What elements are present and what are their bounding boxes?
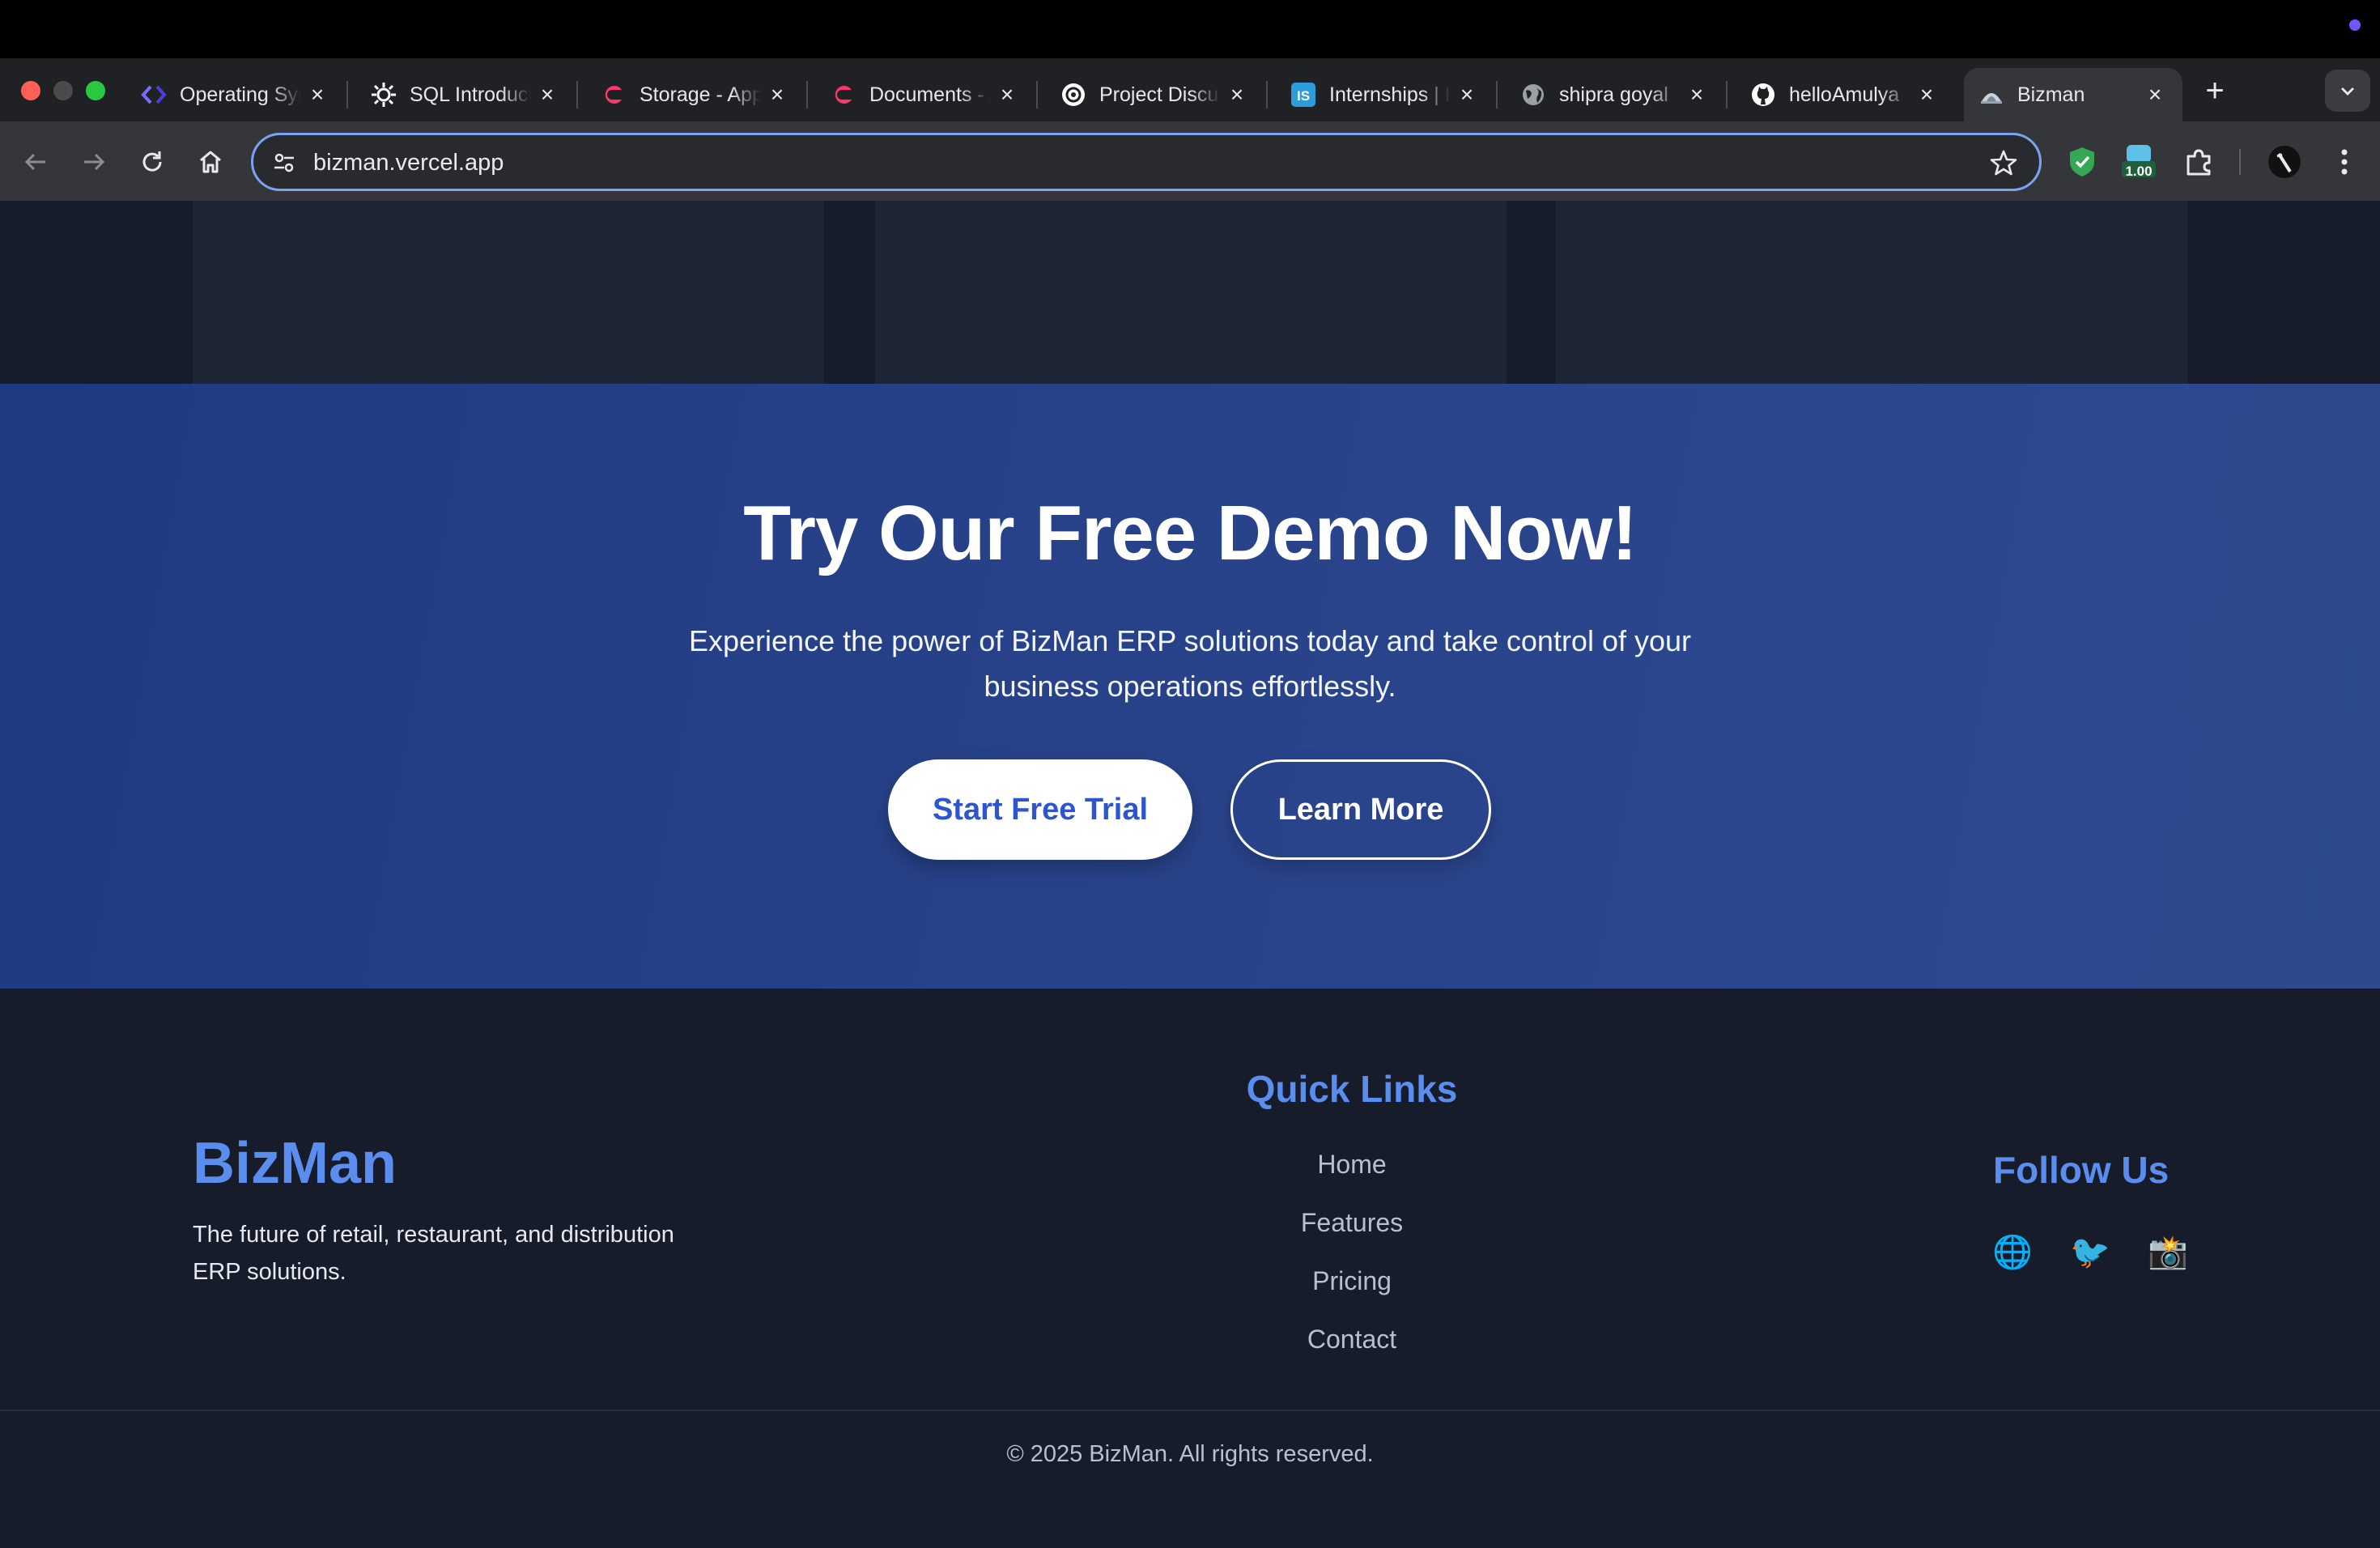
bizman-icon [1978, 82, 2004, 108]
demo-section: Try Our Free Demo Now! Experience the po… [0, 384, 2380, 989]
card-button[interactable] [419, 201, 597, 403]
tab-separator [1496, 81, 1498, 108]
tab-separator [1266, 81, 1268, 108]
home-button[interactable] [191, 142, 230, 181]
close-tab-icon[interactable]: × [1685, 82, 1708, 108]
close-tab-icon[interactable]: × [766, 82, 788, 108]
browser-window: Operating Systems × SQL Introduction × S… [0, 0, 2380, 1548]
reload-button[interactable] [133, 142, 172, 181]
tab-search-button[interactable] [2325, 70, 2370, 112]
footer-link-pricing[interactable]: Pricing [1190, 1266, 1514, 1296]
tab-storage[interactable]: Storage - Appwrite × [586, 68, 805, 121]
footer-copyright: © 2025 BizMan. All rights reserved. [1006, 1441, 1374, 1467]
close-tab-icon[interactable]: × [1226, 82, 1248, 108]
new-tab-button[interactable]: + [2199, 73, 2231, 108]
openai-icon [1060, 82, 1086, 108]
close-tab-icon[interactable]: × [306, 82, 329, 108]
close-window-button[interactable] [21, 81, 40, 100]
tab-helloamulya[interactable]: helloAmulya × [1736, 68, 1954, 121]
system-menu-bar [0, 0, 2380, 58]
svg-text:IS: IS [1297, 88, 1310, 104]
tab-documents[interactable]: Documents - Appwrite × [816, 68, 1035, 121]
instagram-camera-icon[interactable]: 📸 [2147, 1231, 2189, 1273]
arrow-left-icon [24, 153, 45, 171]
close-tab-icon[interactable]: × [536, 82, 559, 108]
tab-separator [1726, 81, 1728, 108]
footer-tagline: The future of retail, restaurant, and di… [193, 1222, 674, 1285]
github-icon [1750, 82, 1776, 108]
appwrite-icon [601, 82, 627, 108]
gear-burst-icon [371, 82, 397, 108]
tab-separator [346, 81, 348, 108]
tab-title: helloAmulya [1789, 83, 1900, 106]
tab-bizman[interactable]: Bizman × [1964, 68, 2182, 121]
tab-separator [806, 81, 808, 108]
close-tab-icon[interactable]: × [1456, 82, 1478, 108]
start-free-trial-button[interactable]: Start Free Trial [888, 759, 1192, 860]
close-tab-icon[interactable]: × [2144, 82, 2166, 108]
bookmark-star-icon[interactable] [1987, 147, 2020, 179]
toolbar-separator [2239, 149, 2241, 175]
chrome-menu-icon[interactable] [2325, 142, 2364, 181]
website-globe-icon[interactable]: 🌐 [1991, 1231, 2034, 1273]
tab-title: Operating Systems [180, 83, 301, 106]
learn-more-button[interactable]: Learn More [1230, 759, 1491, 860]
site-settings-icon[interactable] [270, 148, 299, 177]
tab-sql-introduction[interactable]: SQL Introduction × [356, 68, 575, 121]
zoom-window-button[interactable] [86, 81, 105, 100]
forward-button[interactable] [74, 142, 113, 181]
arrow-right-icon [84, 153, 105, 171]
back-button[interactable] [16, 142, 55, 181]
profile-avatar[interactable] [2265, 142, 2304, 181]
reload-icon [142, 151, 162, 172]
address-bar[interactable]: bizman.vercel.app [251, 133, 2042, 191]
tab-separator [1036, 81, 1038, 108]
minimize-window-button[interactable] [53, 81, 73, 100]
home-icon [200, 151, 221, 173]
follow-us-title: Follow Us [1993, 1149, 2170, 1191]
extension-badge: 1.00 [2125, 164, 2153, 179]
demo-subtitle: Experience the power of BizMan ERP solut… [688, 624, 1692, 703]
status-dot [2349, 19, 2361, 31]
tab-operating-systems[interactable]: Operating Systems × [126, 68, 345, 121]
footer-brand-logo[interactable]: BizMan [193, 1130, 397, 1197]
quick-links-title: Quick Links [1246, 1068, 1458, 1110]
tab-title: Project Discussion [1099, 83, 1221, 106]
card-button[interactable] [1783, 201, 1961, 403]
url-text: bizman.vercel.app [313, 150, 504, 176]
card-button[interactable] [1102, 201, 1280, 403]
demo-title: Try Our Free Demo Now! [743, 490, 1638, 576]
code-brackets-icon [141, 82, 167, 108]
extensions-puzzle-icon[interactable] [2179, 142, 2218, 181]
chevron-down-icon [2341, 87, 2354, 96]
tab-title: shipra goyal [1559, 83, 1668, 106]
appwrite-icon [831, 82, 856, 108]
footer-link-contact[interactable]: Contact [1190, 1325, 1514, 1354]
globe-icon [1520, 82, 1546, 108]
tab-title: Storage - Appwrite [640, 83, 761, 106]
tab-separator [576, 81, 578, 108]
speed-extension-icon[interactable]: 1.00 [2119, 142, 2158, 181]
tab-project-discussion[interactable]: Project Discussion × [1046, 68, 1264, 121]
close-tab-icon[interactable]: × [996, 82, 1018, 108]
tab-internships[interactable]: IS Internships | Internshala × [1276, 68, 1494, 121]
tab-title: Bizman [2017, 83, 2085, 106]
footer-divider [0, 1410, 2380, 1411]
footer-link-features[interactable]: Features [1190, 1208, 1514, 1238]
internshala-icon: IS [1290, 82, 1316, 108]
tab-title: Internships | Internshala [1329, 83, 1451, 106]
close-tab-icon[interactable]: × [1915, 82, 1938, 108]
tab-shipra-goyal[interactable]: shipra goyal × [1506, 68, 1724, 121]
shield-extension-icon[interactable] [2063, 142, 2102, 181]
tab-title: SQL Introduction [410, 83, 531, 106]
twitter-bird-icon[interactable]: 🐦 [2069, 1231, 2111, 1273]
footer-link-home[interactable]: Home [1190, 1150, 1514, 1180]
tab-title: Documents - Appwrite [869, 83, 991, 106]
